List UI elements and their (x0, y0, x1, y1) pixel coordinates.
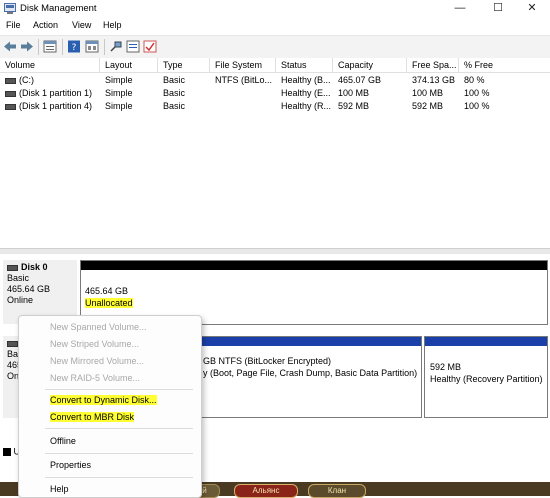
cell-volume: (C:) (0, 74, 100, 87)
disk-icon (7, 340, 18, 347)
drive-icon (5, 77, 16, 84)
volume-name: (Disk 1 partition 1) (19, 88, 93, 98)
disk-0-name: Disk 0 (21, 262, 48, 272)
partition-size: 592 MB (430, 362, 462, 372)
cell-status: Healthy (B... (281, 75, 331, 85)
partition-info: 465.64 GB Unallocated (85, 285, 133, 309)
disk-management-icon (4, 3, 16, 14)
menu-convert-dynamic-disk[interactable]: Convert to Dynamic Disk... (50, 395, 157, 405)
context-menu: New Spanned Volume... New Striped Volume… (18, 315, 202, 498)
cell-capacity: 592 MB (338, 101, 370, 111)
disk-0-name-row: Disk 0 (7, 262, 73, 273)
toolbar-separator (104, 39, 105, 55)
partition-info: GB NTFS (BitLocker Encrypted) y (Boot, P… (203, 355, 417, 379)
menu-bar: File Action View Help (0, 18, 550, 34)
maximize-button[interactable]: ☐ (480, 0, 516, 16)
cell-type: Basic (163, 75, 186, 85)
column-header-layout[interactable]: Layout (100, 58, 158, 73)
toolbar: ? (0, 35, 550, 59)
menu-separator (45, 428, 193, 429)
disk-0-size: 465.64 GB (7, 284, 51, 294)
menu-convert-mbr-label: Convert to MBR Disk (50, 412, 135, 422)
menu-new-striped-volume[interactable]: New Striped Volume... (50, 339, 139, 349)
checklist-icon[interactable] (143, 40, 157, 53)
drive-icon (5, 90, 16, 97)
cell-file-system (210, 100, 276, 113)
partition-status: y (Boot, Page File, Crash Dump, Basic Da… (203, 368, 418, 378)
menu-separator (45, 389, 193, 390)
menu-convert-mbr-disk[interactable]: Convert to MBR Disk (50, 412, 135, 422)
cell-volume: (Disk 1 partition 4) (0, 100, 100, 113)
cell-layout: Simple (105, 88, 133, 98)
forward-arrow-icon[interactable] (20, 40, 34, 53)
menu-view[interactable]: View (72, 20, 91, 30)
toolbar-separator (62, 39, 63, 55)
help-icon[interactable]: ? (67, 40, 81, 53)
column-header-file-system[interactable]: File System (210, 58, 276, 73)
column-header-free-space[interactable]: Free Spa... (407, 58, 459, 73)
menu-properties[interactable]: Properties (50, 460, 91, 470)
properties-icon[interactable] (85, 40, 99, 53)
menu-action[interactable]: Action (33, 20, 58, 30)
cell-free-space: 374.13 GB (412, 75, 456, 85)
cell-file-system (210, 87, 276, 100)
volume-list: Volume Layout Type File System Status Ca… (0, 58, 550, 248)
cell-percent-free: 100 % (464, 88, 490, 98)
partition-unallocated-label: Unallocated (85, 298, 133, 308)
partition-color-bar (81, 261, 547, 270)
column-header-capacity[interactable]: Capacity (333, 58, 407, 73)
cell-file-system: NTFS (BitLo... (215, 75, 273, 85)
cell-percent-free: 100 % (464, 101, 490, 111)
menu-offline[interactable]: Offline (50, 436, 76, 446)
rescan-icon[interactable] (126, 40, 140, 53)
svg-text:?: ? (72, 43, 77, 53)
cell-status: Healthy (R... (281, 101, 332, 111)
menu-file[interactable]: File (6, 20, 21, 30)
cell-volume: (Disk 1 partition 1) (0, 87, 100, 100)
menu-new-raid5-volume[interactable]: New RAID-5 Volume... (50, 373, 140, 383)
cell-layout: Simple (105, 101, 133, 111)
cell-free-space: 100 MB (412, 88, 444, 98)
title-bar: Disk Management — ☐ ✕ (0, 0, 550, 18)
column-header-volume[interactable]: Volume (0, 58, 100, 73)
menu-separator (45, 453, 193, 454)
volume-name: (C:) (19, 75, 34, 85)
menu-new-spanned-volume[interactable]: New Spanned Volume... (50, 322, 147, 332)
disk-0-status: Online (7, 295, 34, 305)
column-header-status[interactable]: Status (276, 58, 333, 73)
column-header-percent-free[interactable]: % Free (459, 58, 550, 73)
toolbar-separator (38, 39, 39, 55)
menu-help-item[interactable]: Help (50, 484, 69, 494)
partition-info: 592 MB Healthy (Recovery Partition) (430, 361, 543, 385)
cell-status: Healthy (E... (281, 88, 331, 98)
disk-1-recovery-partition[interactable]: 592 MB Healthy (Recovery Partition) (424, 336, 548, 418)
disk-icon (7, 264, 18, 271)
drive-icon (5, 103, 16, 110)
cell-free-space: 592 MB (412, 101, 444, 111)
cell-layout: Simple (105, 75, 133, 85)
cell-percent-free: 80 % (464, 75, 485, 85)
console-tree-icon[interactable] (43, 40, 57, 53)
cell-type: Basic (163, 88, 186, 98)
close-button[interactable]: ✕ (514, 0, 550, 16)
partition-status: Healthy (Recovery Partition) (430, 374, 543, 384)
column-header-type[interactable]: Type (158, 58, 210, 73)
partition-size: 465.64 GB (85, 286, 129, 296)
cell-type: Basic (163, 101, 186, 111)
cell-capacity: 465.07 GB (338, 75, 382, 85)
menu-new-mirrored-volume[interactable]: New Mirrored Volume... (50, 356, 144, 366)
volume-name: (Disk 1 partition 4) (19, 101, 93, 111)
menu-help[interactable]: Help (103, 20, 122, 30)
connect-icon[interactable] (109, 40, 123, 53)
back-arrow-icon[interactable] (3, 40, 17, 53)
disk-0-type: Basic (7, 273, 30, 283)
minimize-button[interactable]: — (442, 0, 478, 16)
partition-color-bar (425, 337, 547, 346)
menu-convert-dynamic-label: Convert to Dynamic Disk... (50, 395, 157, 405)
cell-capacity: 100 MB (338, 88, 370, 98)
menu-separator (45, 477, 193, 478)
legend-unallocated-swatch (3, 447, 11, 456)
partition-filesystem: GB NTFS (BitLocker Encrypted) (203, 356, 332, 366)
window-title: Disk Management (20, 3, 97, 14)
